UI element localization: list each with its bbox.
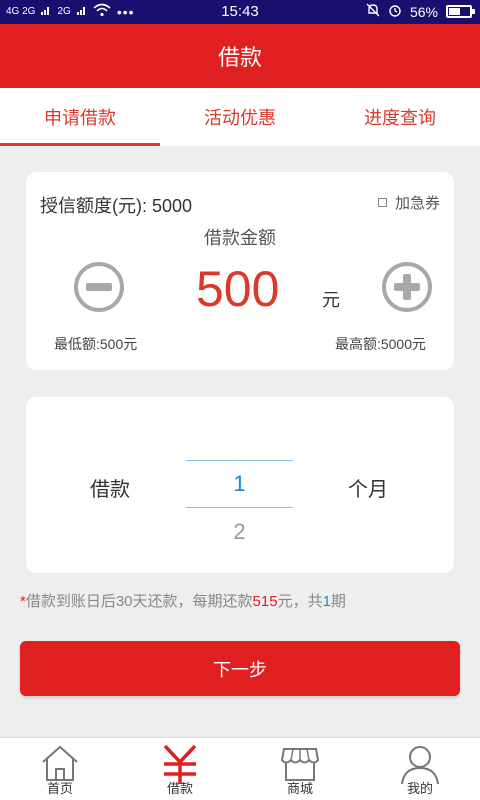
status-bar: 4G 2G 2G ••• 15:43 56% <box>0 0 480 24</box>
tab-progress-query[interactable]: 进度查询 <box>320 88 480 146</box>
note-repayment-amount: 515 <box>252 593 278 610</box>
amount-card: 授信额度(元): 5000 加急券 借款金额 500 元 最低额:500元 最高… <box>26 172 454 370</box>
urgent-coupon-option[interactable]: 加急券 <box>377 192 440 213</box>
tab-bar: 申请借款 活动优惠 进度查询 <box>0 88 480 146</box>
urgent-coupon-label: 加急券 <box>394 195 440 212</box>
loan-amount-value: 500 <box>196 261 280 317</box>
plus-icon-v <box>403 274 411 300</box>
tab-apply-loan[interactable]: 申请借款 <box>0 88 160 146</box>
nav-loan[interactable]: 借款 <box>120 738 240 800</box>
credit-limit: 授信额度(元): 5000 <box>40 196 193 216</box>
picker-divider-bottom <box>186 507 293 508</box>
battery-percent: 56% <box>409 3 438 20</box>
battery-fill <box>449 8 461 15</box>
nav-home-label: 首页 <box>46 781 73 796</box>
alarm-icon <box>388 3 402 20</box>
term-loan-label: 借款 <box>90 479 130 501</box>
nav-store[interactable]: 商城 <box>240 738 360 800</box>
bottom-nav: 首页 借款 商城 我的 <box>0 737 480 800</box>
next-step-button[interactable]: 下一步 <box>20 641 460 696</box>
home-icon <box>42 745 78 781</box>
increase-amount-button[interactable] <box>382 262 432 312</box>
term-picker-selected[interactable]: 1 <box>186 471 293 497</box>
status-right: 56% <box>366 3 475 20</box>
urgent-coupon-checkbox[interactable] <box>377 198 387 207</box>
term-month-label: 个月 <box>348 479 388 501</box>
picker-divider-top <box>186 460 293 461</box>
nav-home[interactable]: 首页 <box>0 738 120 800</box>
note-text-2: 元，共 <box>277 593 323 610</box>
min-amount-label: 最低额:500元 <box>54 336 138 352</box>
store-icon <box>280 748 320 781</box>
decrease-amount-button[interactable] <box>74 262 124 312</box>
amount-label: 借款金额 <box>204 228 276 248</box>
nav-mine[interactable]: 我的 <box>360 738 480 800</box>
note-text-1: 借款到账日后30天还款，每期还款 <box>25 593 253 610</box>
term-card: 借款 1 2 个月 <box>26 397 454 573</box>
battery-icon <box>446 5 475 18</box>
minus-icon <box>86 283 112 291</box>
nav-loan-label: 借款 <box>166 781 193 796</box>
repayment-note: *借款到账日后30天还款，每期还款515元，共1期 <box>20 590 346 611</box>
tab-promotions[interactable]: 活动优惠 <box>160 88 320 146</box>
amount-unit: 元 <box>322 290 340 310</box>
max-amount-label: 最高额:5000元 <box>334 336 426 352</box>
note-periods: 1 <box>322 593 331 610</box>
note-text-3: 期 <box>330 593 346 610</box>
nav-mine-label: 我的 <box>406 781 433 796</box>
page-title: 借款 <box>0 24 480 88</box>
mute-icon <box>366 3 380 20</box>
term-picker-option[interactable]: 2 <box>186 519 293 545</box>
nav-store-label: 商城 <box>286 781 313 796</box>
